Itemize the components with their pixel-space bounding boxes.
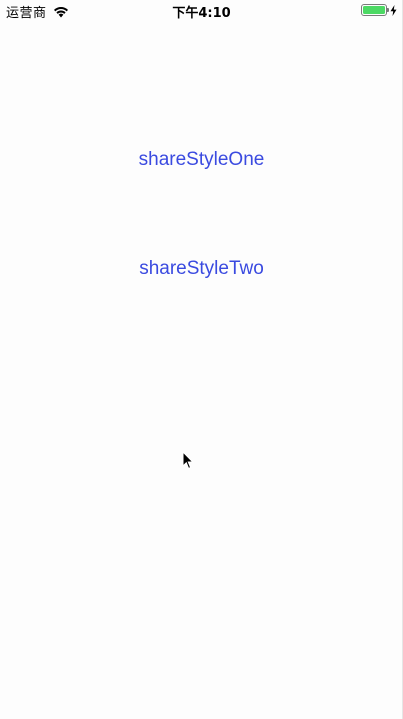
- share-style-two-button[interactable]: shareStyleTwo: [0, 258, 403, 280]
- app-screen: 运营商 下午4:10 shareStyleOne shareStyleTwo: [0, 0, 403, 719]
- battery-icon: [361, 4, 389, 16]
- status-time: 下午4:10: [172, 6, 231, 21]
- battery-group: [361, 4, 397, 16]
- share-style-one-button[interactable]: shareStyleOne: [0, 149, 403, 171]
- battery-nub: [387, 8, 389, 12]
- battery-level-fill: [363, 6, 385, 14]
- charging-bolt-icon: [390, 4, 397, 16]
- status-bar: 运营商 下午4:10: [0, 0, 403, 22]
- mouse-pointer-icon: [182, 451, 194, 470]
